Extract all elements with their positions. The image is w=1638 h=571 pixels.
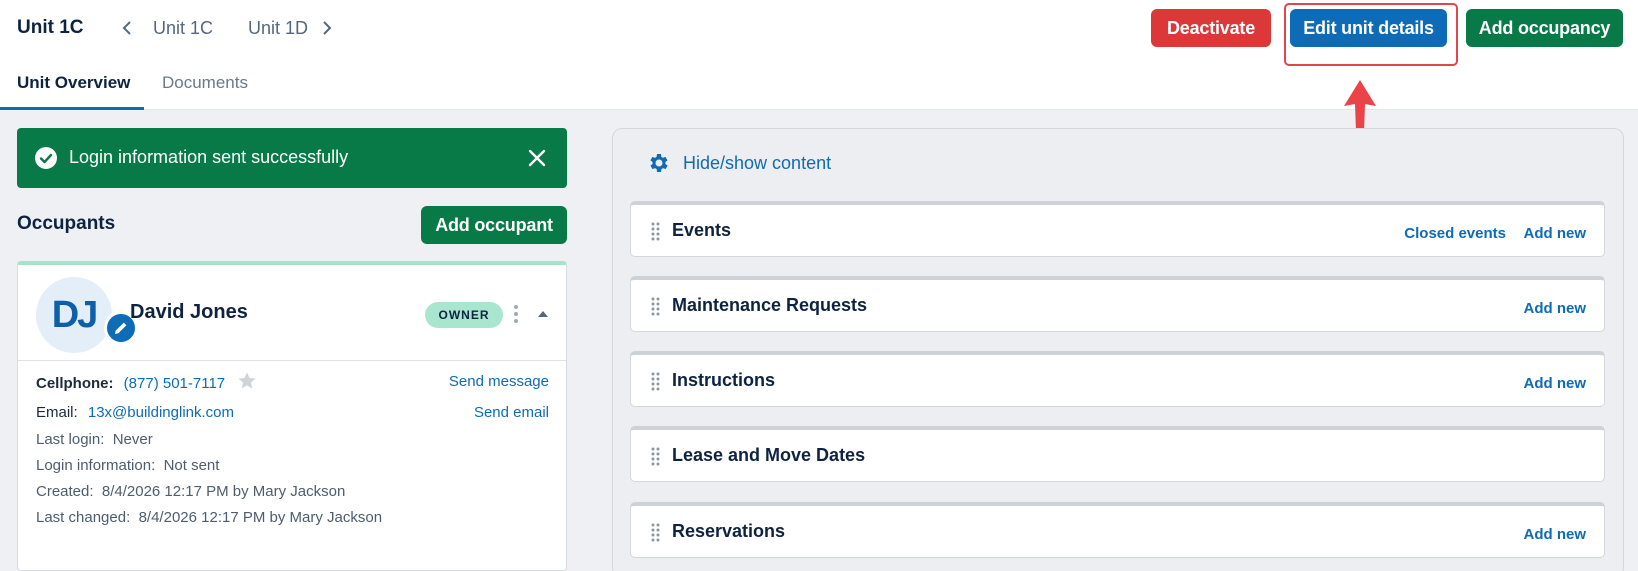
previous-unit-chevron-icon[interactable] (117, 16, 137, 40)
email-link[interactable]: 13x@buildinglink.com (88, 404, 234, 421)
instructions-add-new-link[interactable]: Add new (1524, 375, 1587, 392)
drag-handle-icon[interactable] (650, 523, 664, 543)
occupants-heading: Occupants (17, 213, 116, 234)
section-instructions: Instructions Add new (630, 351, 1605, 407)
section-events: Events Closed events Add new (630, 201, 1605, 257)
drag-handle-icon[interactable] (650, 297, 664, 317)
drag-handle-icon[interactable] (650, 447, 664, 467)
occupant-card-header: DJ David Jones OWNER (18, 265, 566, 361)
cellphone-row: Cellphone: (877) 501-7117 (36, 371, 257, 392)
hide-show-content-button[interactable]: Hide/show content (647, 151, 831, 175)
email-label: Email: (36, 404, 78, 421)
section-title-reservations: Reservations (672, 521, 786, 541)
star-icon[interactable] (237, 371, 257, 391)
prev-unit-link[interactable]: Unit 1C (153, 18, 213, 39)
occupant-name: David Jones (130, 301, 248, 323)
toast-message: Login information sent successfully (69, 147, 349, 167)
reservations-add-new-link[interactable]: Add new (1524, 526, 1587, 543)
section-maintenance-requests: Maintenance Requests Add new (630, 276, 1605, 332)
next-unit-link[interactable]: Unit 1D (248, 18, 308, 39)
cellphone-label: Cellphone: (36, 375, 114, 392)
section-lease-and-move-dates: Lease and Move Dates (630, 426, 1605, 482)
annotation-highlight-box (1284, 3, 1458, 66)
section-title-lease-and-move-dates: Lease and Move Dates (672, 445, 866, 465)
collapse-caret-icon[interactable] (536, 307, 550, 321)
avatar: DJ (36, 277, 112, 353)
section-title-instructions: Instructions (672, 370, 776, 390)
next-unit-chevron-icon[interactable] (317, 16, 337, 40)
add-occupancy-button[interactable]: Add occupancy (1466, 9, 1623, 47)
section-title-events: Events (672, 220, 732, 240)
close-icon[interactable] (527, 148, 547, 168)
deactivate-button[interactable]: Deactivate (1151, 9, 1271, 47)
section-title-maintenance-requests: Maintenance Requests (672, 295, 868, 315)
drag-handle-icon[interactable] (650, 372, 664, 392)
send-message-link[interactable]: Send message (449, 373, 549, 390)
more-options-icon[interactable] (510, 301, 522, 327)
cellphone-link[interactable]: (877) 501-7117 (124, 375, 225, 392)
gear-icon (650, 154, 668, 172)
hide-show-label: Hide/show content (683, 152, 832, 173)
send-email-link[interactable]: Send email (474, 404, 549, 421)
unit-overview-panel: Hide/show content Events Closed events A… (612, 128, 1624, 571)
check-circle-icon (35, 147, 57, 169)
last-changed-row: Last changed: 8/4/2026 12:17 PM by Mary … (36, 509, 383, 526)
owner-badge: OWNER (425, 302, 503, 328)
email-row: Email: 13x@buildinglink.com (36, 404, 234, 421)
login-information-row: Login information: Not sent (36, 457, 220, 474)
drag-handle-icon[interactable] (650, 222, 664, 242)
success-toast: Login information sent successfully (17, 128, 567, 188)
unit-title: Unit 1C (17, 17, 84, 38)
last-login-row: Last login: Never (36, 431, 153, 448)
add-occupant-button[interactable]: Add occupant (421, 206, 567, 244)
events-add-new-link[interactable]: Add new (1524, 225, 1587, 242)
section-reservations: Reservations Add new (630, 502, 1605, 558)
occupant-card: DJ David Jones OWNER Cellphone: (877) 50… (17, 261, 567, 571)
closed-events-link[interactable]: Closed events (1404, 225, 1506, 242)
created-row: Created: 8/4/2026 12:17 PM by Mary Jacks… (36, 483, 346, 500)
tab-unit-overview[interactable]: Unit Overview (17, 73, 130, 93)
maintenance-add-new-link[interactable]: Add new (1524, 300, 1587, 317)
tab-documents[interactable]: Documents (162, 73, 248, 93)
